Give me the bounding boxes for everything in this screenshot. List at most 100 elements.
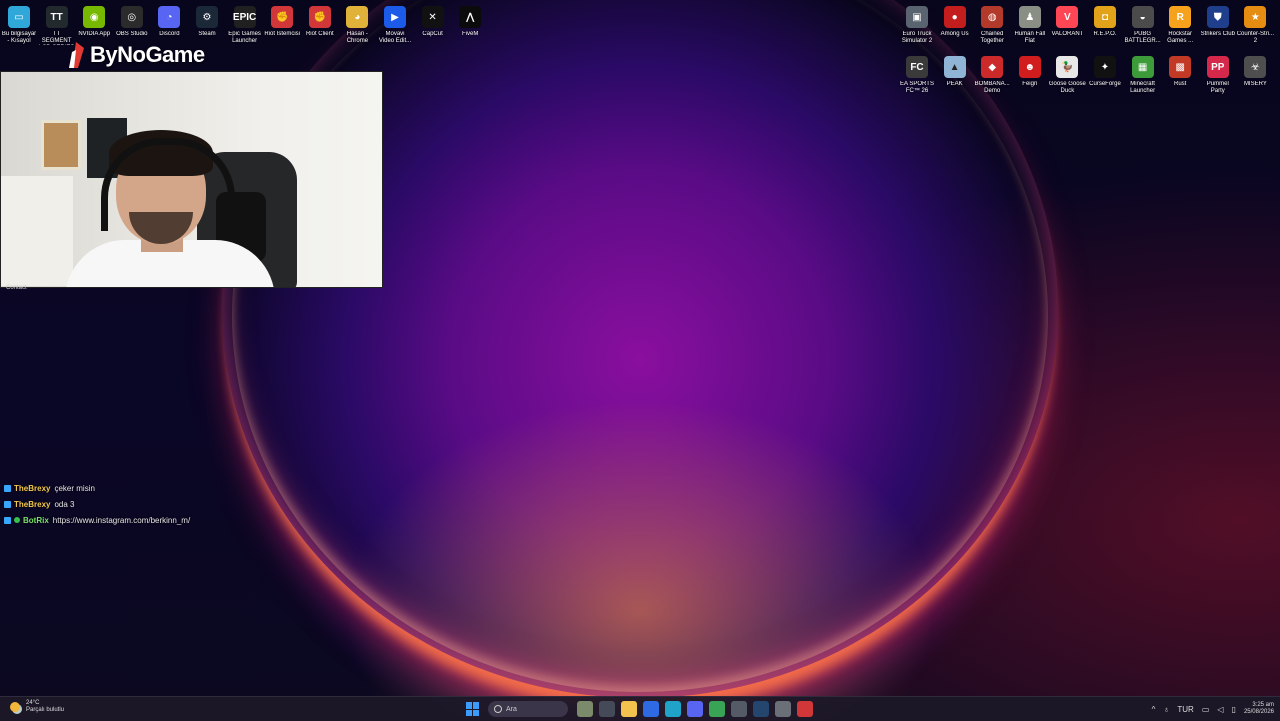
taskbar-app-microsoft-store[interactable] [643, 701, 659, 717]
microphone-icon[interactable]: ♁ [1163, 705, 1169, 714]
volume-icon[interactable]: ◁ [1217, 705, 1223, 714]
shortcut-label: FiveM [462, 31, 479, 37]
desktop-shortcut[interactable]: ◍ Chained Together [973, 0, 1011, 45]
chat-text: oda 3 [54, 499, 75, 509]
chained-together-icon: ◍ [981, 6, 1004, 28]
desktop-shortcut[interactable]: EPIC Epic Games Launcher [226, 0, 264, 45]
shortcut-label: Euro Truck Simulator 2 [901, 31, 933, 44]
minecraft-icon: ▦ [1131, 56, 1154, 78]
desktop-shortcut[interactable]: PP Pummel Party [1199, 50, 1237, 95]
desktop-shortcut[interactable]: ▶ Movavi Video Edit... [376, 0, 414, 45]
desktop-shortcut[interactable]: ◆ BOMBANA... Demo [973, 50, 1011, 95]
taskbar-app-discord-taskbar[interactable] [687, 701, 703, 717]
desktop-shortcut[interactable]: ☻ Feign [1011, 50, 1049, 95]
desktop-shortcut[interactable]: ◎ OBS Studio [113, 0, 151, 45]
shortcut-label: Chained Together [980, 31, 1004, 44]
taskbar-search[interactable]: Ara [488, 701, 568, 717]
platform-badge-icon [4, 500, 11, 508]
desktop-shortcut[interactable]: ▩ Rust [1161, 50, 1199, 95]
shortcut-label: CapCut [422, 31, 443, 37]
shortcut-label: PUBG BATTLEGR... [1124, 31, 1161, 44]
network-icon[interactable]: ▭ [1202, 705, 1210, 714]
desktop-shortcut[interactable]: ✕ CapCut [414, 0, 452, 45]
chevron-up-icon[interactable]: ^ [1152, 705, 1156, 714]
platform-badge-icon [4, 484, 11, 492]
taskbar: 24°C Parçalı bulutlu Ara ^ ♁ TUR ▭ ◁ ▯ 3… [0, 696, 1280, 721]
desktop-shortcut[interactable]: 🦆 Goose Goose Duck [1048, 50, 1086, 95]
desktop-shortcut[interactable]: ▣ Euro Truck Simulator 2 [898, 0, 936, 45]
desktop-shortcut[interactable]: ▭ Bu bilgisayar - Kısayol [0, 0, 38, 45]
desktop-shortcut[interactable]: ▦ Minecraft Launcher [1124, 50, 1162, 95]
weather-description: Parçalı bulutlu [26, 707, 65, 713]
webcam-overlay [0, 71, 383, 288]
desktop-shortcut[interactable]: R Rockstar Games ... [1161, 0, 1199, 45]
battery-icon[interactable]: ▯ [1232, 705, 1236, 714]
chat-message: BotRix https://www.instagram.com/berkinn… [4, 512, 190, 528]
taskbar-app-task-view[interactable] [599, 701, 615, 717]
language-indicator[interactable]: TUR [1177, 705, 1193, 714]
desktop-shortcut[interactable]: FC EA SPORTS FC™ 26 [898, 50, 936, 95]
ea-sports-fc-icon: FC [906, 56, 928, 78]
desktop-shortcut[interactable]: ◘ R.E.P.O. [1086, 0, 1124, 45]
weather-widget[interactable]: 24°C Parçalı bulutlu [10, 700, 64, 714]
shortcut-label: MISERY [1243, 81, 1267, 87]
epic-games-icon: EPIC [233, 6, 256, 28]
riot-client-icon: ✊ [271, 6, 294, 28]
among-us-icon: ● [943, 6, 966, 28]
desktop-shortcut[interactable]: ✊ Riot İstemcisi [263, 0, 301, 45]
taskbar-app-widgets-app[interactable] [577, 701, 593, 717]
desktop-shortcut[interactable]: ⚙ Steam [188, 0, 226, 45]
shortcut-label: Riot Client [305, 31, 334, 37]
shortcut-label: Pummel Party [1206, 81, 1229, 94]
computer-icon: ▭ [8, 6, 30, 28]
shortcut-label: Among Us [940, 31, 969, 37]
headset [101, 138, 235, 231]
desktop-shortcut[interactable]: ◒ PUBG BATTLEGR... [1124, 0, 1162, 45]
verified-bot-icon [14, 517, 20, 523]
taskbar-app-steam-taskbar[interactable] [753, 701, 769, 717]
chat-overlay: TheBrexy çeker misin TheBrexy oda 3 BotR… [4, 480, 190, 528]
desktop-shortcut[interactable]: TTTT SEGMENT LCD SERIES [38, 0, 76, 45]
taskbar-app-settings[interactable] [775, 701, 791, 717]
taskbar-app-chrome-taskbar[interactable] [709, 701, 725, 717]
curseforge-icon: ✦ [1094, 56, 1116, 78]
desktop-shortcut[interactable]: ● Among Us [936, 0, 974, 45]
desktop-shortcut[interactable]: ◕ Hasan - Chrome [338, 0, 376, 45]
taskbar-app-file-explorer[interactable] [621, 701, 637, 717]
start-button[interactable] [466, 702, 480, 716]
chat-text: çeker misin [54, 483, 95, 493]
taskbar-app-edge-browser[interactable] [665, 701, 681, 717]
taskbar-app-riot-taskbar[interactable] [797, 701, 813, 717]
desktop-shortcut[interactable]: ▲ PEAK [936, 50, 974, 95]
counter-strike-icon: ★ [1244, 6, 1267, 28]
rockstar-icon: R [1169, 6, 1192, 28]
desktop-shortcut[interactable]: ⛊ Strikers Club [1199, 0, 1237, 45]
desktop-shortcut[interactable]: ◉ NVIDIA App [75, 0, 113, 45]
shortcut-label: Strikers Club [1200, 31, 1235, 37]
tt-segment-icon: TT [45, 6, 68, 28]
desktop-shortcut[interactable]: ◔ Discord [150, 0, 188, 45]
goose-goose-duck-icon: 🦆 [1056, 56, 1079, 78]
desktop-shortcut[interactable]: ✊ Riot Client [301, 0, 339, 45]
valorant-icon: V [1056, 6, 1079, 28]
shortcut-label: Hasan - Chrome [346, 31, 369, 44]
bynogame-logo: ByNoGame [66, 40, 205, 70]
webcam-caption: Contact [6, 285, 27, 291]
taskbar-app-calculator[interactable] [731, 701, 747, 717]
weather-temperature: 24°C [26, 700, 40, 706]
clock[interactable]: 3:25 am 25/08/2026 [1244, 702, 1274, 716]
shortcut-label: Rust [1174, 81, 1187, 87]
pinned-apps [574, 701, 816, 717]
chat-username: TheBrexy [14, 499, 51, 509]
repo-icon: ◘ [1094, 6, 1116, 28]
desktop-shortcut[interactable]: ✦ CurseForge [1086, 50, 1124, 95]
desktop-shortcut[interactable]: ♟ Human Fall Flat [1011, 0, 1049, 45]
desktop-shortcut[interactable]: ★ Counter-Stri... 2 [1236, 0, 1274, 45]
search-placeholder: Ara [506, 705, 517, 713]
desktop-shortcut[interactable]: V VALORANT [1048, 0, 1086, 45]
desktop-shortcut[interactable]: ⋀ FiveM [451, 0, 489, 45]
desktop-shortcut[interactable]: ☣ MISERY [1236, 50, 1274, 95]
discord-icon: ◔ [158, 6, 181, 28]
riot-client-icon-2: ✊ [308, 6, 331, 28]
chat-username: BotRix [23, 515, 49, 525]
